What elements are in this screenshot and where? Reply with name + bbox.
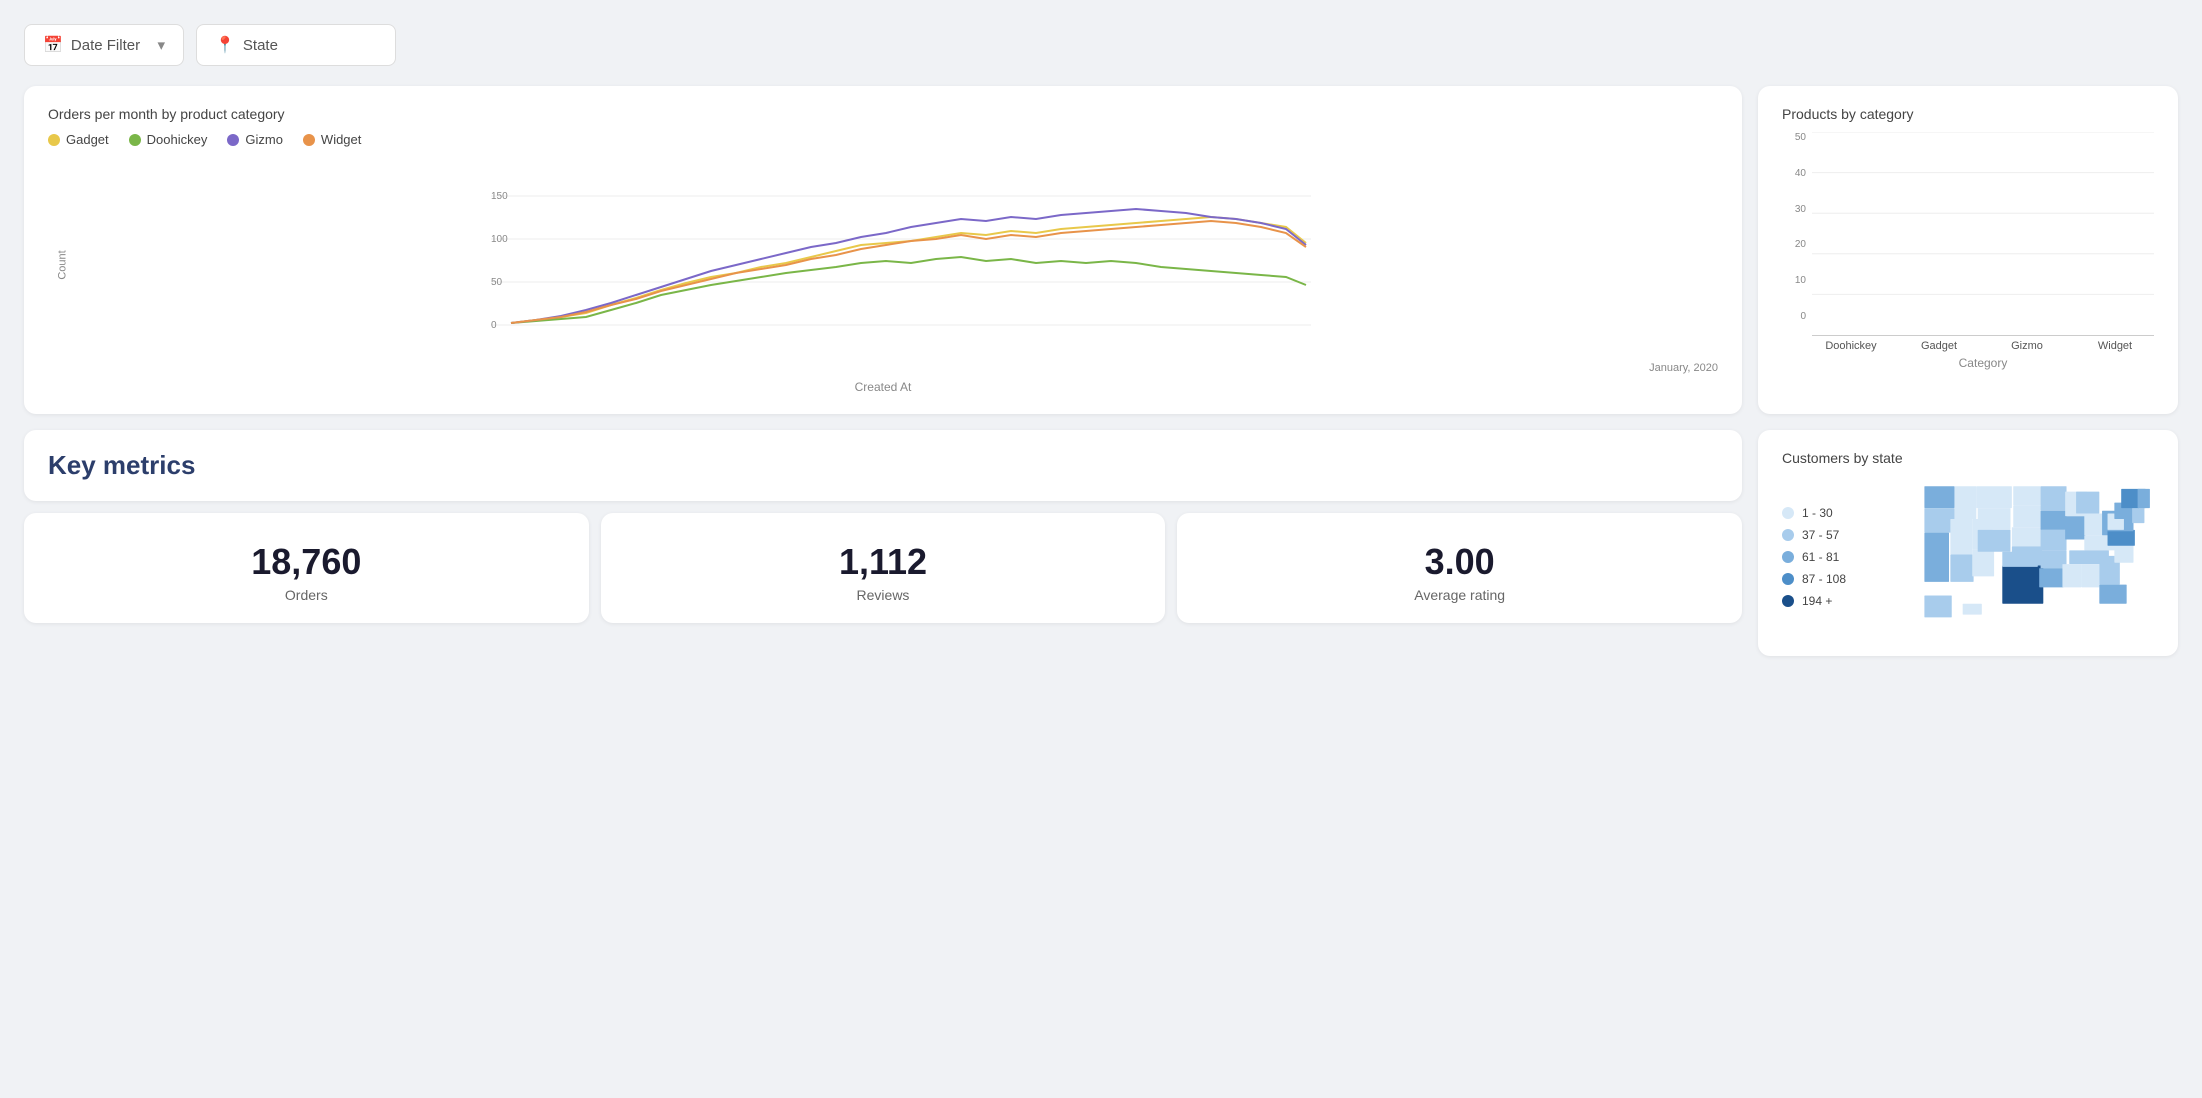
date-filter-button[interactable]: 📅 Date Filter ▾ (24, 24, 184, 66)
bar-x-gizmo: Gizmo (1988, 340, 2066, 352)
bar-chart-card: Products by category 0 10 20 30 40 50 (1758, 86, 2178, 414)
legend-range-1-30: 1 - 30 (1802, 506, 1833, 520)
map-title: Customers by state (1782, 450, 2154, 466)
metric-rating-value: 3.00 (1197, 541, 1722, 583)
map-legend: 1 - 30 37 - 57 61 - 81 87 - 108 194 + (1782, 506, 1892, 608)
key-metrics-title: Key metrics (48, 450, 1718, 481)
location-icon: 📍 (215, 35, 235, 55)
svg-text:100: 100 (491, 234, 508, 245)
legend-widget: Widget (303, 132, 361, 147)
legend-dot-gadget (48, 134, 60, 146)
bar-chart-title: Products by category (1782, 106, 2154, 122)
metric-reviews: 1,112 Reviews (601, 513, 1166, 623)
chevron-down-icon: ▾ (157, 36, 165, 54)
legend-37-57: 37 - 57 (1782, 528, 1892, 542)
customers-map-card: Customers by state 1 - 30 37 - 57 61 - 8… (1758, 430, 2178, 656)
map-content: 1 - 30 37 - 57 61 - 81 87 - 108 194 + (1782, 478, 2154, 636)
legend-dot-194-plus (1782, 595, 1794, 607)
metric-reviews-value: 1,112 (621, 541, 1146, 583)
legend-label-widget: Widget (321, 132, 361, 147)
metric-orders-value: 18,760 (44, 541, 569, 583)
bar-grid (1812, 132, 2154, 335)
metrics-row: 18,760 Orders 1,112 Reviews 3.00 Average… (24, 513, 1742, 623)
bar-y-50: 50 (1795, 132, 1806, 143)
bar-x-axis-label: Category (1812, 356, 2154, 370)
y-axis-label: Count (57, 250, 69, 279)
legend-gizmo: Gizmo (227, 132, 283, 147)
legend-gadget: Gadget (48, 132, 109, 147)
legend-range-61-81: 61 - 81 (1802, 550, 1839, 564)
us-map-svg (1908, 478, 2154, 631)
top-row: Orders per month by product category Gad… (24, 86, 2178, 414)
legend-range-37-57: 37 - 57 (1802, 528, 1839, 542)
legend-61-81: 61 - 81 (1782, 550, 1892, 564)
legend-dot-37-57 (1782, 529, 1794, 541)
line-chart-card: Orders per month by product category Gad… (24, 86, 1742, 414)
legend-dot-widget (303, 134, 315, 146)
key-metrics-header: Key metrics (24, 430, 1742, 501)
metric-orders: 18,760 Orders (24, 513, 589, 623)
legend-1-30: 1 - 30 (1782, 506, 1892, 520)
line-chart-title: Orders per month by product category (48, 106, 1718, 122)
legend-label-gizmo: Gizmo (245, 132, 283, 147)
legend-label-doohickey: Doohickey (147, 132, 208, 147)
calendar-icon: 📅 (43, 35, 63, 55)
legend-87-108: 87 - 108 (1782, 572, 1892, 586)
us-map (1908, 478, 2154, 636)
legend-range-194-plus: 194 + (1802, 594, 1832, 608)
legend-dot-87-108 (1782, 573, 1794, 585)
line-chart-legend: Gadget Doohickey Gizmo Widget (48, 132, 1718, 147)
metric-orders-label: Orders (44, 587, 569, 603)
bar-y-40: 40 (1795, 168, 1806, 179)
line-chart-svg: 0 50 100 150 (84, 155, 1718, 355)
legend-doohickey: Doohickey (129, 132, 208, 147)
bar-y-30: 30 (1795, 204, 1806, 215)
left-bottom-section: Key metrics 18,760 Orders 1,112 Reviews … (24, 430, 1742, 656)
state-filter-label: State (243, 37, 278, 54)
bar-x-widget: Widget (2076, 340, 2154, 352)
metric-rating-label: Average rating (1197, 587, 1722, 603)
bar-y-10: 10 (1795, 275, 1806, 286)
bar-y-20: 20 (1795, 239, 1806, 250)
legend-194-plus: 194 + (1782, 594, 1892, 608)
svg-text:50: 50 (491, 277, 503, 288)
bottom-row: Key metrics 18,760 Orders 1,112 Reviews … (24, 430, 2178, 656)
bar-y-0: 0 (1800, 311, 1806, 322)
filter-bar: 📅 Date Filter ▾ 📍 State (24, 24, 2178, 66)
legend-dot-gizmo (227, 134, 239, 146)
svg-text:0: 0 (491, 320, 497, 331)
x-axis-label: Created At (48, 380, 1718, 394)
svg-text:150: 150 (491, 191, 508, 202)
legend-range-87-108: 87 - 108 (1802, 572, 1846, 586)
bar-x-gadget: Gadget (1900, 340, 1978, 352)
metric-reviews-label: Reviews (621, 587, 1146, 603)
bar-x-doohickey: Doohickey (1812, 340, 1890, 352)
legend-dot-61-81 (1782, 551, 1794, 563)
metric-rating: 3.00 Average rating (1177, 513, 1742, 623)
legend-dot-doohickey (129, 134, 141, 146)
legend-label-gadget: Gadget (66, 132, 109, 147)
state-filter-button[interactable]: 📍 State (196, 24, 396, 66)
date-filter-label: Date Filter (71, 37, 140, 54)
legend-dot-1-30 (1782, 507, 1794, 519)
x-date-label: January, 2020 (84, 362, 1718, 374)
